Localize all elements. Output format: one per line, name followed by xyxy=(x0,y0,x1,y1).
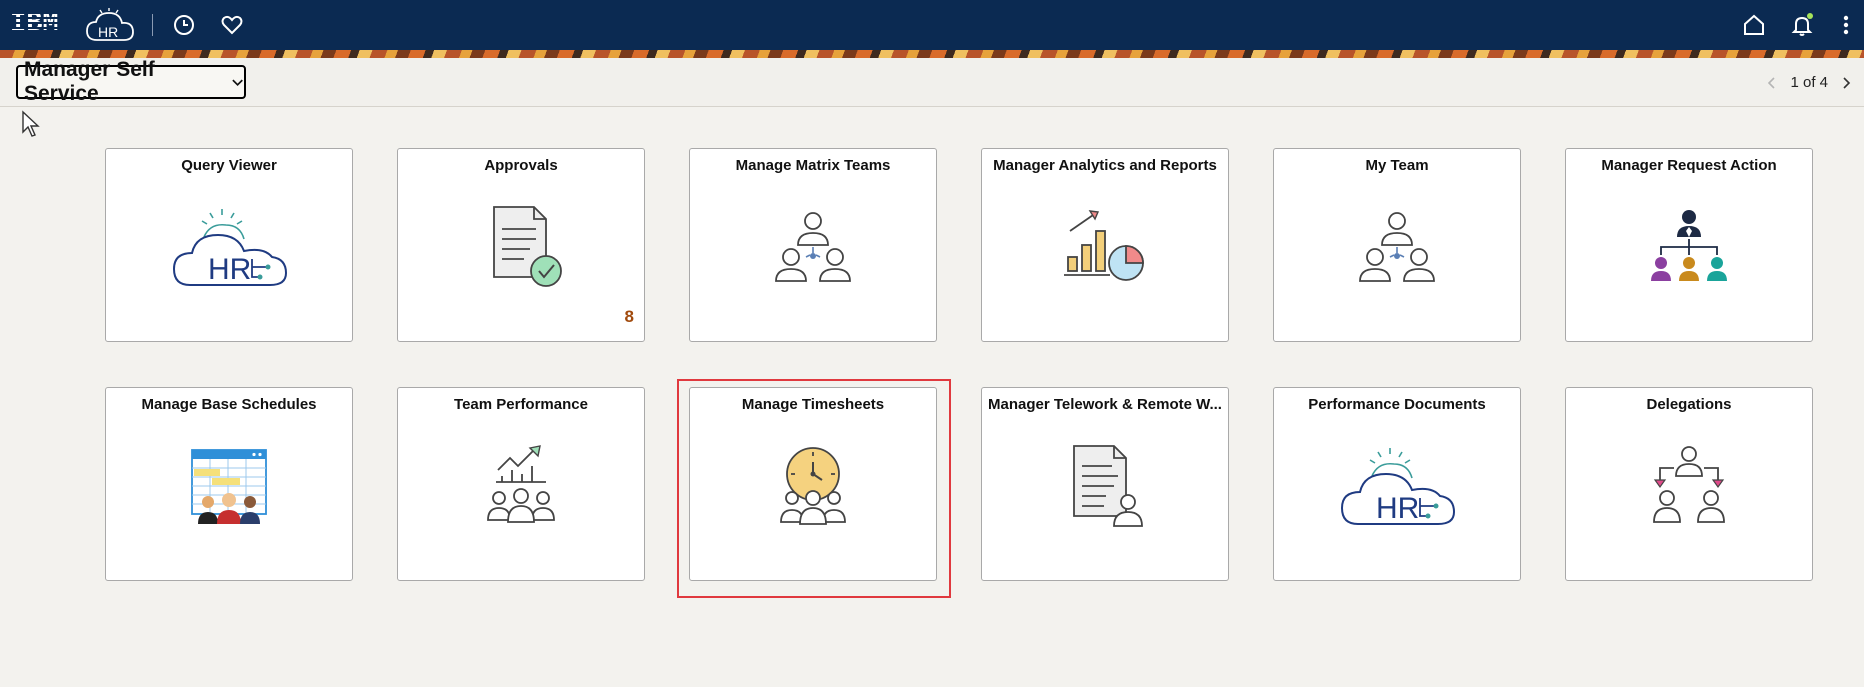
tile-performance-documents[interactable]: Performance Documents HR xyxy=(1273,387,1521,581)
page-indicator: 1 of 4 xyxy=(1790,74,1828,91)
hr-cloud-logo: HR xyxy=(86,8,134,41)
top-bar: IBM HR xyxy=(0,0,1864,50)
tile-title: My Team xyxy=(1365,157,1429,174)
mouse-pointer-icon xyxy=(22,110,40,137)
previous-page-icon[interactable] xyxy=(1764,75,1780,91)
favorites-icon[interactable] xyxy=(218,11,246,39)
notifications-icon[interactable] xyxy=(1788,11,1816,39)
tile-manager-request-action[interactable]: Manager Request Action xyxy=(1565,148,1813,342)
tile-team-performance[interactable]: Team Performance xyxy=(397,387,645,581)
home-icon[interactable] xyxy=(1740,11,1768,39)
actions-menu-icon[interactable] xyxy=(1836,11,1856,39)
tile-approvals[interactable]: Approvals 8 xyxy=(397,148,645,342)
team-performance-icon xyxy=(487,445,555,523)
matrix-team-icon xyxy=(775,212,851,282)
tile-title: Approvals xyxy=(484,157,558,174)
approvals-count-badge: 8 xyxy=(624,307,634,326)
tile-title: Manage Matrix Teams xyxy=(735,157,891,174)
homepage-selector-bar xyxy=(0,58,1864,107)
tile-manager-analytics-and-reports[interactable]: Manager Analytics and Reports xyxy=(981,148,1229,342)
team-icon xyxy=(1359,212,1435,282)
tile-manage-timesheets[interactable]: Manage Timesheets xyxy=(689,387,937,581)
telework-document-icon xyxy=(1073,445,1143,527)
next-page-icon[interactable] xyxy=(1838,75,1854,91)
analytics-chart-icon xyxy=(1064,210,1144,281)
schedule-calendar-icon xyxy=(191,449,267,524)
decorative-banner xyxy=(0,50,1864,58)
document-check-icon xyxy=(493,206,562,287)
ibm-logo: IBM xyxy=(10,9,59,39)
tile-title: Manage Timesheets xyxy=(741,396,885,413)
svg-text:HR: HR xyxy=(208,253,251,286)
org-chart-icon xyxy=(1651,210,1727,281)
tile-title: Manager Request Action xyxy=(1601,157,1777,174)
timesheet-clock-icon xyxy=(780,447,846,525)
tile-title: Performance Documents xyxy=(1308,396,1486,413)
svg-text:HR: HR xyxy=(1376,492,1419,525)
hr-cloud-icon: HR xyxy=(1340,448,1456,525)
tile-manager-telework-remote-work[interactable]: Manager Telework & Remote W... xyxy=(981,387,1229,581)
history-icon[interactable] xyxy=(170,11,198,39)
tile-query-viewer[interactable]: Query Viewer HR xyxy=(105,148,353,342)
svg-text:HR: HR xyxy=(98,24,118,40)
tile-title: Team Performance xyxy=(454,396,588,413)
homepage-selector-button[interactable]: Manager Self Service xyxy=(16,58,246,105)
tile-my-team[interactable]: My Team xyxy=(1273,148,1521,342)
tile-delegations[interactable]: Delegations xyxy=(1565,387,1813,581)
homepage-pager: 1 of 4 xyxy=(1764,74,1854,91)
chevron-down-icon xyxy=(232,79,243,87)
tile-title: Manager Analytics and Reports xyxy=(993,157,1217,174)
hr-cloud-icon: HR xyxy=(172,209,288,286)
tile-title: Query Viewer xyxy=(181,157,277,174)
tile-title: Manage Base Schedules xyxy=(141,396,317,413)
tile-title: Manager Telework & Remote W... xyxy=(988,396,1222,413)
homepage-selector-label: Manager Self Service xyxy=(24,58,155,105)
delegation-icon xyxy=(1653,446,1725,523)
tile-title: Delegations xyxy=(1646,396,1732,413)
tile-manage-matrix-teams[interactable]: Manage Matrix Teams xyxy=(689,148,937,342)
tile-manage-base-schedules[interactable]: Manage Base Schedules xyxy=(105,387,353,581)
header-divider xyxy=(152,14,153,36)
